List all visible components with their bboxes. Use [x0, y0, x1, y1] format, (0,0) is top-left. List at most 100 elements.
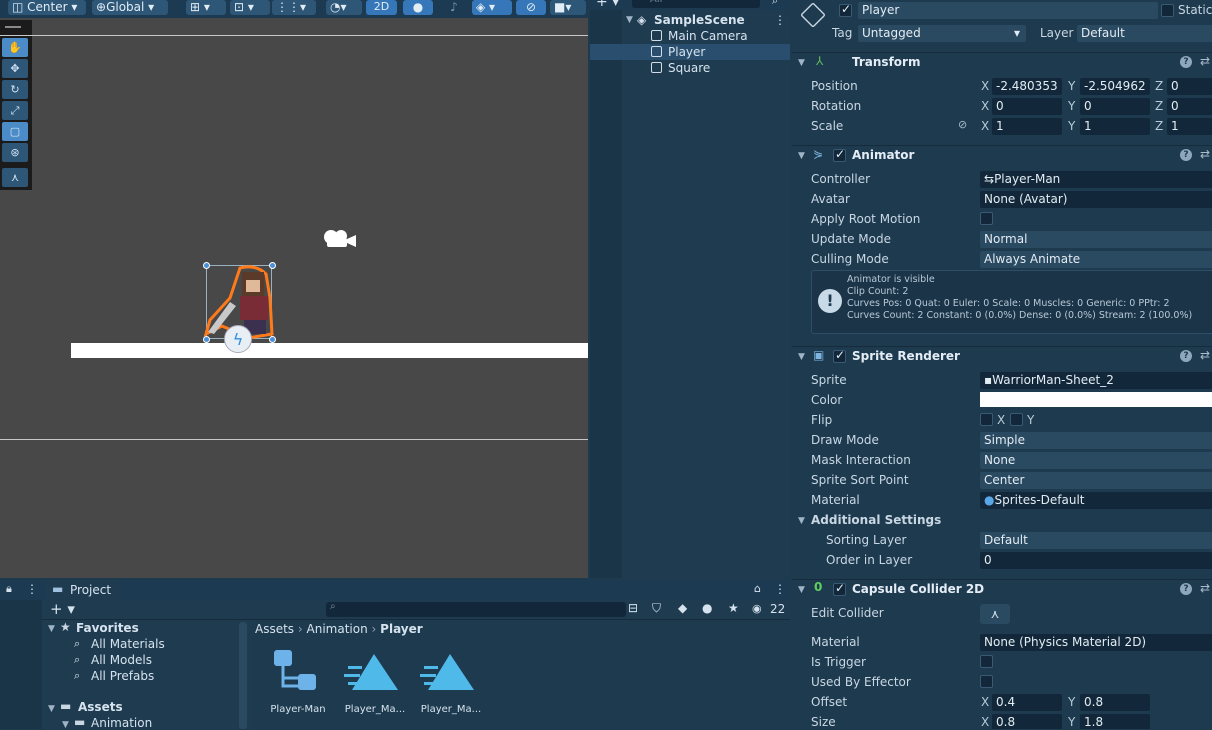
static-checkbox[interactable] [1161, 4, 1174, 17]
collapse-arrow-icon[interactable]: ▼ [798, 585, 805, 595]
axis-x-label[interactable]: X [981, 79, 989, 93]
capsule-collider-header[interactable]: ▼ 0 Capsule Collider 2D ? ⇄ [792, 579, 1212, 599]
lighting-toggle[interactable]: ● [403, 0, 433, 15]
animator-header[interactable]: ▼ ⋟ Animator ? ⇄ [792, 145, 1212, 165]
resize-handle-bl[interactable] [203, 336, 210, 343]
size-x-input[interactable]: 0.8 [992, 714, 1062, 729]
visibility-icon[interactable]: ◉ [752, 602, 762, 615]
sort-point-dropdown[interactable]: Center [980, 472, 1212, 489]
sprite-renderer-enabled-checkbox[interactable] [833, 348, 846, 363]
camera-gizmo-icon[interactable] [322, 226, 358, 250]
star-icon[interactable]: ★ [728, 601, 739, 615]
sprite-renderer-header[interactable]: ▼ ▣ Sprite Renderer ? ⇄ [792, 346, 1212, 366]
scene-view[interactable]: ◫ Center ▾ ⊕Global ▾ ⊞ ▾ ⊡ ▾ ⋮⋮▾ ◔▾ 2D ●… [0, 0, 588, 578]
settings-icon[interactable]: ⇄ [1200, 147, 1210, 161]
filter-icon[interactable]: ⛉ [652, 601, 661, 616]
add-asset-icon[interactable]: + ▾ [50, 600, 75, 618]
axis-y-label[interactable]: Y [1068, 79, 1075, 93]
axis-y-label[interactable]: Y [1068, 715, 1075, 729]
help-icon[interactable]: ? [1180, 583, 1192, 595]
project-tab[interactable]: ▬ Project [46, 580, 120, 600]
expand-arrow-icon[interactable]: ▼ [48, 624, 55, 634]
drag-handle[interactable] [5, 26, 21, 28]
scale-tool-button[interactable]: ⤢ [2, 101, 28, 120]
transform-tool-button[interactable]: ⊛ [2, 143, 28, 162]
breadcrumb-item[interactable]: Animation [307, 622, 368, 636]
animator-enabled-checkbox[interactable] [833, 147, 846, 162]
animation-folder[interactable]: Animation [91, 716, 152, 730]
lock-icon[interactable]: 🔒︎ [6, 582, 12, 596]
axis-y-label[interactable]: Y [1068, 119, 1075, 133]
favorite-item[interactable]: All Models [91, 653, 152, 667]
asset-item[interactable]: Player_Ma... [420, 648, 482, 718]
settings-icon[interactable]: ⇄ [1200, 54, 1210, 68]
resize-handle-tl[interactable] [203, 262, 210, 269]
axis-y-label[interactable]: Y [1068, 695, 1075, 709]
tag-dropdown[interactable]: Untagged ▾ [858, 25, 1026, 42]
asset-item[interactable]: Player_Ma... [344, 648, 406, 718]
mask-interaction-dropdown[interactable]: None [980, 452, 1212, 469]
scale-z-input[interactable]: 1 [1167, 118, 1212, 135]
axis-z-label[interactable]: Z [1155, 79, 1163, 93]
flip-x-checkbox[interactable] [980, 413, 993, 426]
offset-y-input[interactable]: 0.8 [1080, 694, 1150, 711]
draw-mode-dropdown[interactable]: Simple [980, 432, 1212, 449]
mode-2d-toggle[interactable]: 2D [366, 0, 397, 15]
breadcrumb-item[interactable]: Player [380, 622, 423, 636]
overlay-menu-button[interactable]: ⋮⋮▾ [272, 0, 316, 15]
hierarchy-item-square[interactable]: Square [590, 60, 790, 76]
active-checkbox[interactable] [839, 2, 852, 17]
resize-handle-br[interactable] [269, 336, 276, 343]
avatar-field[interactable]: None (Avatar) [980, 191, 1212, 208]
settings-icon[interactable]: ⇄ [1200, 348, 1210, 362]
root-motion-checkbox[interactable] [980, 212, 993, 225]
flip-y-checkbox[interactable] [1010, 413, 1023, 426]
label-icon[interactable]: ◆ [678, 601, 687, 615]
asset-item[interactable]: Player-Man [268, 648, 328, 718]
position-x-input[interactable]: -2.480353 [992, 78, 1062, 95]
used-by-effector-checkbox[interactable] [980, 675, 993, 688]
help-icon[interactable]: ? [1180, 149, 1192, 161]
help-icon[interactable]: ? [1180, 56, 1192, 68]
position-z-input[interactable]: 0 [1167, 78, 1212, 95]
rotation-x-input[interactable]: 0 [992, 98, 1062, 115]
object-name-input[interactable]: Player [858, 2, 1158, 19]
offset-x-input[interactable]: 0.4 [992, 694, 1062, 711]
size-y-input[interactable]: 1.8 [1080, 714, 1150, 729]
collapse-arrow-icon[interactable]: ▼ [798, 151, 805, 161]
rotation-y-input[interactable]: 0 [1080, 98, 1150, 115]
axis-z-label[interactable]: Z [1155, 119, 1163, 133]
scale-x-input[interactable]: 1 [992, 118, 1062, 135]
material-field[interactable]: ●Sprites-Default [980, 492, 1212, 509]
controller-field[interactable]: ⇆Player-Man [980, 171, 1212, 188]
favorite-item[interactable]: All Prefabs [91, 669, 154, 683]
additional-settings-foldout[interactable]: Additional Settings [811, 513, 941, 527]
lock-icon[interactable]: ⌂ [754, 582, 761, 595]
color-swatch[interactable] [980, 392, 1212, 407]
favorites-label[interactable]: Favorites [76, 621, 139, 635]
expand-arrow-icon[interactable]: ▼ [48, 704, 55, 714]
square-sprite[interactable] [71, 343, 588, 358]
position-y-input[interactable]: -2.504962 [1080, 78, 1150, 95]
breadcrumb-item[interactable]: Assets [255, 622, 294, 636]
assets-folder[interactable]: Assets [78, 700, 123, 714]
search-by-type-icon[interactable]: ⊟ [628, 601, 638, 615]
edit-collider-button[interactable]: ⋏ [980, 604, 1010, 624]
sprite-field[interactable]: ▪WarriorMan-Sheet_2 [980, 372, 1212, 389]
axis-x-label[interactable]: X [981, 119, 989, 133]
collapse-arrow-icon[interactable]: ▼ [798, 352, 805, 362]
settings-icon[interactable]: ⇄ [1200, 581, 1210, 595]
hierarchy-item-main-camera[interactable]: Main Camera [590, 28, 790, 44]
axis-z-label[interactable]: Z [1155, 99, 1163, 113]
update-mode-dropdown[interactable]: Normal [980, 231, 1212, 248]
camera-dropdown[interactable]: ■▾ [550, 0, 586, 15]
custom-tool-button[interactable]: ⋏ [2, 168, 28, 187]
favorite-item[interactable]: All Materials [91, 637, 165, 651]
hand-tool-button[interactable]: ✋ [2, 38, 28, 57]
pivot-dropdown[interactable]: ◫ Center ▾ [8, 0, 86, 15]
axis-y-label[interactable]: Y [1068, 99, 1075, 113]
expand-arrow-icon[interactable]: ▼ [626, 12, 633, 28]
resize-handle-tr[interactable] [269, 262, 276, 269]
rotate-tool-button[interactable]: ↻ [2, 80, 28, 99]
collider-enabled-checkbox[interactable] [833, 581, 846, 596]
